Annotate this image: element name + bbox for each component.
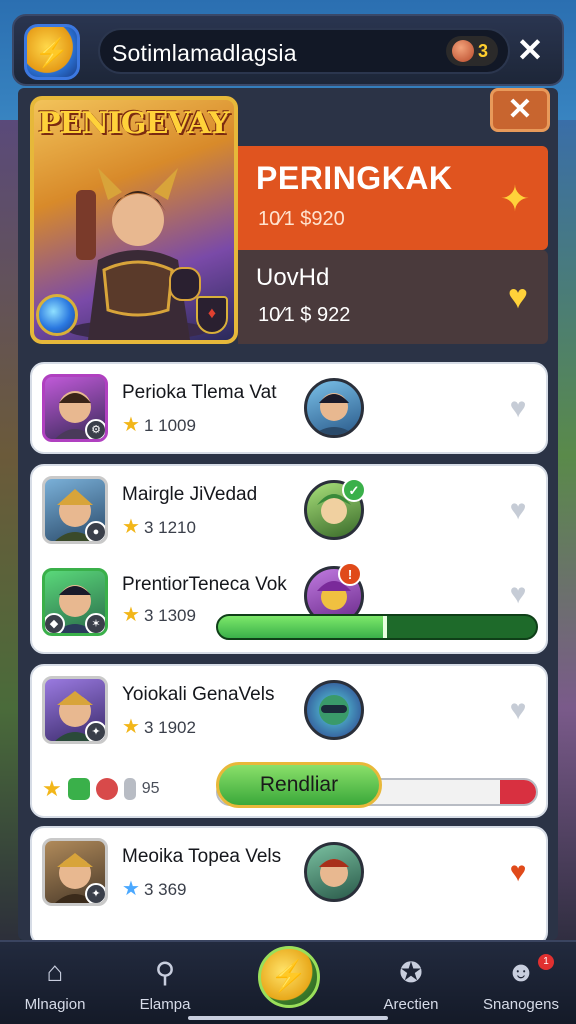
crystal-icon	[123, 778, 136, 800]
compass-icon: ✪	[399, 957, 423, 988]
star-icon: ★	[122, 604, 140, 626]
profile-icon: ☻	[506, 956, 536, 987]
star-icon: ★	[122, 716, 140, 738]
player-score: ★ 3 1902	[122, 714, 196, 739]
rank-badge-icon: ✶	[85, 613, 105, 633]
avatar[interactable]	[304, 842, 364, 902]
nav-label: Elampa	[139, 996, 191, 1013]
heart-filled-icon[interactable]: ♥	[502, 856, 534, 888]
heart-outline-icon[interactable]: ♥	[502, 578, 534, 610]
gems-count: 95	[141, 780, 160, 797]
avatar: ◆ ✶	[42, 568, 108, 636]
coin-count: 3	[477, 40, 488, 61]
lightning-shield-icon[interactable]: ⚡	[258, 946, 320, 1008]
score-value: 1 1009	[143, 416, 196, 435]
shield-icon: ♦	[196, 296, 228, 334]
progress-fill	[218, 616, 387, 638]
avatar: ✦	[42, 676, 108, 744]
hero-title: PENIGEVAY	[38, 106, 230, 141]
star-icon: ★	[122, 878, 140, 900]
heart-outline-icon[interactable]: ♥	[502, 392, 534, 424]
rank-badge-icon: ●	[85, 521, 105, 541]
list-item[interactable]: ✦ Yoiokali GenaVels ★ 3 1902 ♥	[32, 666, 550, 756]
nav-compass[interactable]: ✪ Arectien	[356, 956, 466, 1013]
list-item[interactable]: ● Mairgle JiVedad ★ 3 1210 ✓ ♥	[32, 466, 550, 556]
rank-title: PERINGKAK	[256, 160, 453, 196]
player-score: ★ 3 1309	[122, 602, 196, 627]
player-name: PrentiorTeneca Vok	[122, 574, 287, 595]
star-icon: ★	[122, 414, 140, 436]
score-value: 3 1210	[143, 518, 196, 537]
star-icon: ★	[42, 776, 62, 801]
home-icon: ⌂	[46, 956, 64, 987]
player-name: Yoiokali GenaVels	[122, 684, 275, 705]
energy-bar-cap	[500, 780, 536, 804]
notification-badge: 1	[538, 954, 554, 970]
leaderboard-card: ⚙ Perioka Tlema Vat ★ 1 1009 ♥	[30, 362, 548, 454]
avatar: ✦	[42, 838, 108, 906]
score-value: 3 369	[143, 880, 187, 899]
leaderboard-card: ● Mairgle JiVedad ★ 3 1210 ✓ ♥ ◆ ✶ Prenti…	[30, 464, 548, 654]
player-score: ★ 1 1009	[122, 412, 196, 437]
hero-card[interactable]: PENIGEVAY ♦	[30, 96, 238, 344]
list-item[interactable]: ◆ ✶ PrentiorTeneca Vok ★ 3 1309 ! ♥	[32, 558, 550, 648]
leaderboard-card: ✦ Meoika Topea Vels ★ 3 369 ♥	[30, 826, 548, 946]
player-name: Meoika Topea Vels	[122, 846, 282, 867]
sub-panel[interactable]: UovHd 10⁄1 $ 922 ♥	[238, 250, 548, 344]
rank-badge-icon: ⚙	[85, 419, 105, 439]
check-badge-icon: ✓	[342, 478, 366, 502]
rank-badge-icon: ◆	[45, 613, 65, 633]
hero-figure-image	[68, 168, 208, 340]
close-icon[interactable]: ✕	[512, 32, 548, 68]
title-field: Sotimlamadlagsia ● 3	[98, 28, 510, 74]
nav-label: Arectien	[383, 996, 439, 1013]
player-name: Perioka Tlema Vat	[122, 382, 277, 403]
avatar: ●	[42, 476, 108, 544]
lightning-shield-icon[interactable]: ⚡	[24, 24, 80, 80]
list-item[interactable]: ✦ Meoika Topea Vels ★ 3 369 ♥	[32, 828, 550, 918]
list-item[interactable]: ⚙ Perioka Tlema Vat ★ 1 1009 ♥	[32, 364, 550, 454]
emerald-icon	[67, 778, 90, 800]
page-title: Sotimlamadlagsia	[112, 40, 297, 66]
nav-home[interactable]: ⌂ Mlnagion	[0, 956, 110, 1013]
sub-stat: 10⁄1 $ 922	[258, 304, 351, 326]
nav-profile[interactable]: ☻ 1 Snanogens	[466, 954, 576, 1013]
reward-gems: ★ 95	[42, 776, 160, 802]
star-badge-icon: ✦	[499, 178, 530, 219]
gem-icon	[36, 294, 78, 336]
search-people-icon: ⚲	[154, 957, 176, 988]
nav-search[interactable]: ⚲ Elampa	[110, 956, 220, 1013]
renew-button[interactable]: Rendliar	[216, 762, 382, 808]
bottom-navigation: ⌂ Mlnagion ⚲ Elampa ⚡ ✪ Arectien ☻ 1 Sna…	[0, 940, 576, 1024]
leaderboard-card: ✦ Yoiokali GenaVels ★ 3 1902 ♥ ★ 95 Rendl…	[30, 664, 548, 818]
rank-badge-icon: ✦	[85, 883, 105, 903]
heart-outline-icon[interactable]: ♥	[502, 694, 534, 726]
player-score: ★ 3 369	[122, 876, 186, 901]
star-icon: ★	[122, 516, 140, 538]
score-value: 3 1309	[143, 606, 196, 625]
avatar: ⚙	[42, 374, 108, 442]
ruby-icon	[95, 778, 118, 800]
avatar[interactable]	[304, 680, 364, 740]
progress-bar	[216, 614, 538, 640]
background-left-scenery	[0, 120, 20, 960]
score-value: 3 1902	[143, 718, 196, 737]
close-button[interactable]: ✕	[490, 88, 550, 132]
rank-badge-icon: ✦	[85, 721, 105, 741]
nav-label: Mlnagion	[24, 996, 86, 1013]
coin-counter[interactable]: ● 3	[445, 36, 498, 66]
alert-badge-icon: !	[338, 562, 362, 586]
avatar[interactable]	[304, 378, 364, 438]
home-indicator	[188, 1016, 388, 1020]
rank-stat: 10⁄1 $920	[258, 208, 345, 230]
player-name: Mairgle JiVedad	[122, 484, 258, 505]
heart-badge-icon: ♥	[507, 278, 528, 316]
coin-icon: ●	[451, 40, 474, 62]
sub-title: UovHd	[256, 264, 330, 291]
rank-panel[interactable]: PERINGKAK 10⁄1 $920 ✦	[238, 146, 548, 250]
player-score: ★ 3 1210	[122, 514, 196, 539]
top-bar: ⚡ Sotimlamadlagsia ● 3 ✕	[12, 14, 564, 86]
nav-label: Snanogens	[483, 996, 559, 1013]
heart-outline-icon[interactable]: ♥	[502, 494, 534, 526]
